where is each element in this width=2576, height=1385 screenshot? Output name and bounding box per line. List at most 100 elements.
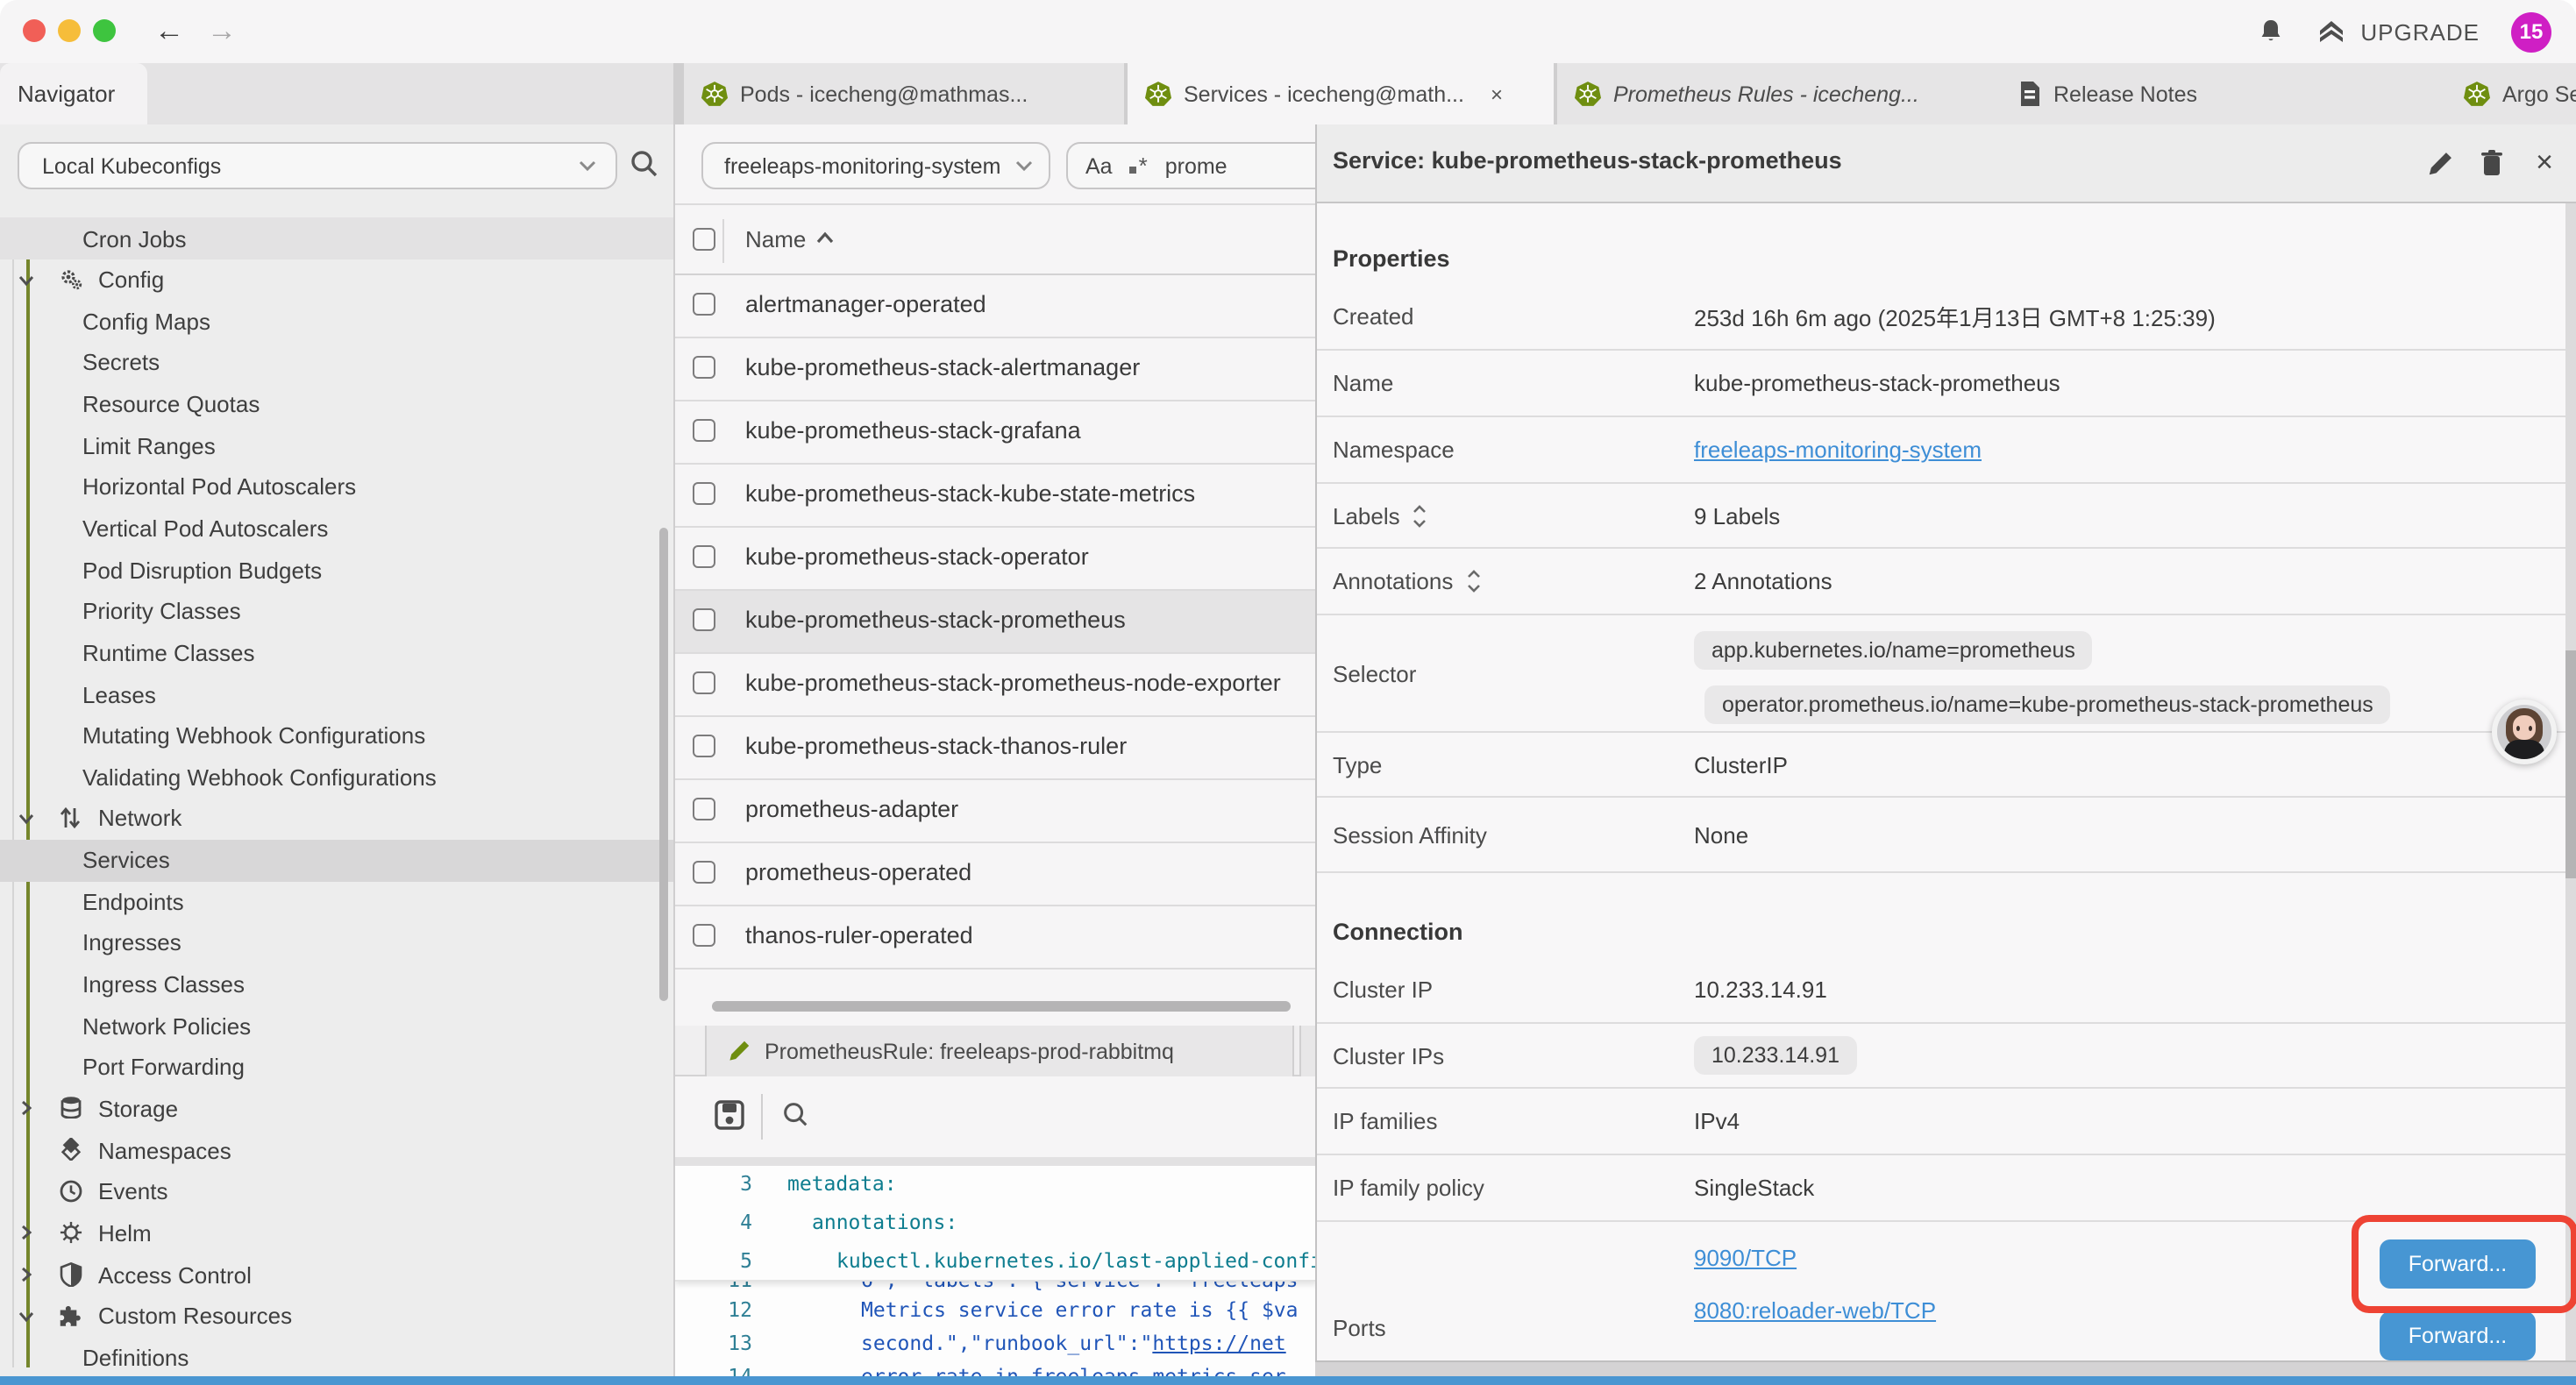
- expander-icon[interactable]: [1465, 570, 1481, 593]
- filter-input[interactable]: Aa * prome: [1066, 142, 1315, 189]
- sidebar-item-horizontal-pod-autoscalers[interactable]: Horizontal Pod Autoscalers: [0, 466, 673, 508]
- sidebar-scrollbar[interactable]: [659, 528, 668, 1001]
- search-icon[interactable]: [628, 147, 659, 179]
- sidebar-item-validating-webhook-configurations[interactable]: Validating Webhook Configurations: [0, 756, 673, 799]
- row-checkbox[interactable]: [693, 356, 715, 379]
- tab-prometheus-rules-icecheng[interactable]: Prometheus Rules - icecheng...: [1557, 63, 2001, 124]
- table-row[interactable]: thanos-ruler-operated: [675, 906, 1315, 970]
- close-icon[interactable]: ×: [2529, 147, 2560, 179]
- tab-services-icecheng-math[interactable]: Services - icecheng@math...×: [1128, 63, 1554, 124]
- table-row[interactable]: kube-prometheus-stack-alertmanager: [675, 338, 1315, 401]
- row-checkbox[interactable]: [693, 861, 715, 884]
- sidebar-item-storage[interactable]: Storage: [0, 1088, 673, 1130]
- detail-scrollbar-thumb[interactable]: [2565, 650, 2576, 878]
- row-checkbox[interactable]: [693, 545, 715, 568]
- table-row[interactable]: prometheus-adapter: [675, 780, 1315, 843]
- sidebar-item-definitions[interactable]: Definitions: [0, 1337, 673, 1379]
- tab-pods-icecheng-mathmas[interactable]: Pods - icecheng@mathmas...: [684, 63, 1124, 124]
- horizontal-scrollbar[interactable]: [712, 1001, 1291, 1012]
- sidebar-item-config[interactable]: Config: [0, 259, 673, 301]
- row-checkbox[interactable]: [693, 924, 715, 947]
- sidebar-item-port-forwarding[interactable]: Port Forwarding: [0, 1047, 673, 1089]
- table-row[interactable]: kube-prometheus-stack-prometheus-node-ex…: [675, 654, 1315, 717]
- notification-count-badge[interactable]: 15: [2511, 11, 2551, 52]
- forward-arrow-icon[interactable]: →: [207, 12, 237, 51]
- yaml-editor[interactable]: 3metadata:4annotations:5kubectl.kubernet…: [675, 1166, 1315, 1385]
- sidebar-item-secrets[interactable]: Secrets: [0, 342, 673, 384]
- minimize-window-button[interactable]: [58, 19, 81, 42]
- sidebar-item-limit-ranges[interactable]: Limit Ranges: [0, 424, 673, 466]
- row-checkbox[interactable]: [693, 482, 715, 505]
- delete-trash-icon[interactable]: [2476, 147, 2508, 179]
- namespace-link[interactable]: freeleaps-monitoring-system: [1694, 437, 1982, 463]
- chevron-down-icon[interactable]: [18, 810, 35, 827]
- row-checkbox[interactable]: [693, 419, 715, 442]
- sidebar-item-pod-disruption-budgets[interactable]: Pod Disruption Budgets: [0, 549, 673, 591]
- sidebar-item-priority-classes[interactable]: Priority Classes: [0, 591, 673, 633]
- upgrade-button[interactable]: UPGRADE: [2316, 18, 2480, 46]
- sidebar-item-ingresses[interactable]: Ingresses: [0, 922, 673, 964]
- row-checkbox[interactable]: [693, 608, 715, 631]
- table-row[interactable]: kube-prometheus-stack-kube-state-metrics: [675, 465, 1315, 528]
- maximize-window-button[interactable]: [93, 19, 116, 42]
- sidebar-item-ingress-classes[interactable]: Ingress Classes: [0, 963, 673, 1005]
- forward-button[interactable]: Forward...: [2380, 1311, 2536, 1360]
- close-tab-icon[interactable]: ×: [1491, 82, 1503, 106]
- bell-icon[interactable]: [2257, 18, 2285, 46]
- user-avatar[interactable]: [2492, 700, 2557, 764]
- detail-bottom-scrollbar[interactable]: [1315, 1360, 2576, 1376]
- port-link[interactable]: 9090/TCP: [1694, 1245, 1797, 1271]
- port-link[interactable]: 8080:reloader-web/TCP: [1694, 1297, 1936, 1324]
- chevron-right-icon[interactable]: [18, 1266, 35, 1283]
- chevron-down-icon[interactable]: [18, 271, 35, 288]
- sidebar-item-helm[interactable]: Helm: [0, 1212, 673, 1254]
- tab-argo-se[interactable]: Argo Se: [2446, 63, 2576, 124]
- table-row[interactable]: kube-prometheus-stack-prometheus: [675, 591, 1315, 654]
- select-all-checkbox[interactable]: [693, 228, 715, 251]
- sidebar-item-access-control[interactable]: Access Control: [0, 1254, 673, 1296]
- row-checkbox[interactable]: [693, 735, 715, 757]
- row-checkbox[interactable]: [693, 293, 715, 316]
- name-column-header[interactable]: Name: [745, 226, 806, 252]
- tab-navigator[interactable]: Navigator: [0, 63, 147, 124]
- chevron-right-icon[interactable]: [18, 1225, 35, 1242]
- editor-tab-prometheusrule[interactable]: PrometheusRule: freeleaps-prod-rabbitmq: [705, 1026, 1294, 1076]
- sidebar-item-resource-quotas[interactable]: Resource Quotas: [0, 383, 673, 425]
- sidebar-item-services[interactable]: Services: [0, 839, 673, 881]
- close-window-button[interactable]: [23, 19, 46, 42]
- sort-ascending-icon[interactable]: [815, 231, 835, 245]
- search-icon[interactable]: [780, 1099, 810, 1129]
- row-checkbox[interactable]: [693, 671, 715, 694]
- chevron-right-icon[interactable]: [18, 1100, 35, 1118]
- edit-pencil-icon[interactable]: [2423, 147, 2455, 179]
- sidebar-item-vertical-pod-autoscalers[interactable]: Vertical Pod Autoscalers: [0, 508, 673, 550]
- table-row[interactable]: prometheus-operated: [675, 843, 1315, 906]
- sidebar-item-endpoints[interactable]: Endpoints: [0, 880, 673, 922]
- table-row[interactable]: kube-prometheus-stack-thanos-ruler: [675, 717, 1315, 780]
- table-row[interactable]: kube-prometheus-stack-grafana: [675, 401, 1315, 465]
- kubeconfig-dropdown[interactable]: Local Kubeconfigs: [18, 142, 617, 189]
- sidebar-item-events[interactable]: Events: [0, 1170, 673, 1212]
- namespace-dropdown[interactable]: freeleaps-monitoring-system: [701, 142, 1050, 189]
- sidebar-item-mutating-webhook-configurations[interactable]: Mutating Webhook Configurations: [0, 714, 673, 756]
- regex-toggle[interactable]: *: [1130, 153, 1148, 179]
- chevron-down-icon[interactable]: [18, 1307, 35, 1325]
- expander-icon[interactable]: [1413, 504, 1428, 527]
- editor-tab-clipped[interactable]: [1299, 1026, 1315, 1076]
- sidebar-item-cron-jobs[interactable]: Cron Jobs: [0, 217, 673, 259]
- sidebar-item-leases[interactable]: Leases: [0, 673, 673, 715]
- row-checkbox[interactable]: [693, 798, 715, 820]
- sidebar-item-config-maps[interactable]: Config Maps: [0, 301, 673, 343]
- save-icon[interactable]: [714, 1099, 745, 1131]
- sidebar-item-runtime-classes[interactable]: Runtime Classes: [0, 632, 673, 674]
- tab-release-notes[interactable]: Release Notes: [2001, 63, 2446, 124]
- back-arrow-icon[interactable]: ←: [154, 12, 184, 51]
- table-row[interactable]: alertmanager-operated: [675, 275, 1315, 338]
- match-case-toggle[interactable]: Aa: [1085, 153, 1113, 178]
- runbook-url-link[interactable]: https://net: [1152, 1331, 1285, 1355]
- sidebar-item-network-policies[interactable]: Network Policies: [0, 1005, 673, 1047]
- sidebar-item-namespaces[interactable]: Namespaces: [0, 1129, 673, 1171]
- sidebar-item-custom-resources[interactable]: Custom Resources: [0, 1295, 673, 1337]
- sidebar-item-network[interactable]: Network: [0, 798, 673, 840]
- table-row[interactable]: kube-prometheus-stack-operator: [675, 528, 1315, 591]
